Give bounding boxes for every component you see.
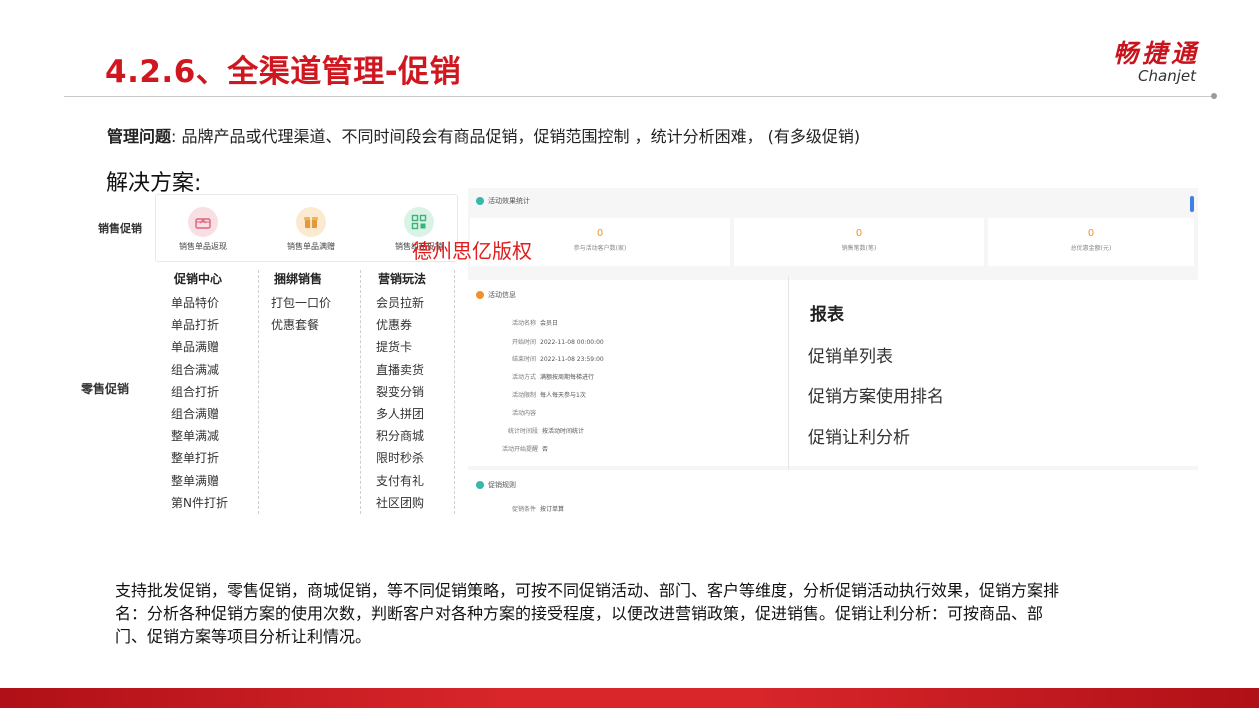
menu-item[interactable]: 会员拉新 xyxy=(376,292,424,314)
logo-english-text: Chanjet xyxy=(1138,67,1196,85)
stat-card-orders: 0 销售笔数(笔) xyxy=(734,218,984,266)
info-icon xyxy=(476,291,484,299)
detail-row: 活动限制 每人每天参与1次 xyxy=(512,392,586,399)
report-link-promo-list[interactable]: 促销单列表 xyxy=(808,342,893,367)
report-link-discount-analysis[interactable]: 促销让利分析 xyxy=(808,423,910,448)
wholesale-item-cashback[interactable]: 销售单品返现 xyxy=(158,207,248,252)
problem-text: : 品牌产品或代理渠道、不同时间段会有商品促销，促销范围控制 ，统计分析困难， … xyxy=(171,127,861,146)
menu-item[interactable]: 整单满减 xyxy=(171,425,228,447)
stats-heading: 活动效果统计 xyxy=(476,196,530,206)
logo-chinese-text: 畅捷通 xyxy=(1112,39,1200,68)
divider-end-dot xyxy=(1211,93,1217,99)
activity-info-heading: 活动信息 xyxy=(476,290,516,300)
wholesale-item-label: 销售单品满赠 xyxy=(287,242,335,251)
gift-icon xyxy=(188,207,218,237)
detail-row: 活动开始提醒否 xyxy=(502,446,549,453)
stat-label: 销售笔数(笔) xyxy=(841,245,877,252)
promo-center-list: 单品特价 单品打折 单品满赠 组合满减 组合打折 组合满赠 整单满减 整单打折 … xyxy=(171,292,228,514)
scroll-handle[interactable] xyxy=(1190,196,1194,212)
promo-rule-heading-text: 促销规则 xyxy=(488,481,516,489)
menu-item[interactable]: 第N件打折 xyxy=(171,492,228,514)
wholesale-item-label: 销售单品返现 xyxy=(179,242,227,251)
detail-row: 活动名称 会员日 xyxy=(512,320,559,327)
column-heading-marketing: 营销玩法 xyxy=(378,272,427,286)
menu-item[interactable]: 单品满赠 xyxy=(171,336,228,358)
rule-icon xyxy=(476,481,484,489)
promo-rule-card: 促销规则 促销条件 按订单算 xyxy=(468,470,1198,518)
report-divider xyxy=(788,276,789,496)
bundle-sales-list: 打包一口价 优惠套餐 xyxy=(271,292,331,336)
menu-item[interactable]: 整单打折 xyxy=(171,447,228,469)
menu-item[interactable]: 优惠券 xyxy=(376,314,424,336)
problem-label: 管理问题 xyxy=(107,127,172,146)
title-divider xyxy=(64,96,1214,97)
column-separator xyxy=(454,270,455,514)
activity-info-heading-text: 活动信息 xyxy=(488,291,516,299)
promo-rule-heading: 促销规则 xyxy=(476,480,516,490)
detail-row: 活动方式 满额按周期每梯进行 xyxy=(512,374,595,381)
menu-item[interactable]: 提货卡 xyxy=(376,336,424,358)
menu-item[interactable]: 限时秒杀 xyxy=(376,447,424,469)
menu-item[interactable]: 裂变分销 xyxy=(376,381,424,403)
promotion-menu-panel: 销售促销 销售单品返现 销售单品满赠 销售组合促销 零售促销 促销中心 单品特价… xyxy=(78,192,458,517)
menu-item[interactable]: 积分商城 xyxy=(376,425,424,447)
stat-value: 0 xyxy=(855,228,863,239)
footer-bar xyxy=(0,688,1259,708)
menu-item[interactable]: 打包一口价 xyxy=(271,292,331,314)
grid-icon xyxy=(404,207,434,237)
menu-item[interactable]: 组合打折 xyxy=(171,381,228,403)
menu-item[interactable]: 单品打折 xyxy=(171,314,228,336)
detail-row: 结束时间 2022-11-08 23:59:00 xyxy=(512,356,604,363)
chanjet-logo: 畅捷通 Chanjet xyxy=(1075,39,1200,85)
menu-item[interactable]: 优惠套餐 xyxy=(271,314,331,336)
box-icon xyxy=(296,207,326,237)
menu-item[interactable]: 多人拼团 xyxy=(376,403,424,425)
copyright-watermark: 德州思亿版权 xyxy=(412,239,532,263)
chart-icon xyxy=(476,197,484,205)
retail-promo-label: 零售促销 xyxy=(81,382,130,396)
menu-item[interactable]: 社区团购 xyxy=(376,492,424,514)
menu-item[interactable]: 支付有礼 xyxy=(376,470,424,492)
column-separator xyxy=(360,270,361,514)
menu-item[interactable]: 整单满赠 xyxy=(171,470,228,492)
stats-heading-text: 活动效果统计 xyxy=(488,197,530,205)
wholesale-item-gift[interactable]: 销售单品满赠 xyxy=(266,207,356,252)
summary-paragraph: 支持批发促销，零售促销，商城促销，等不同促销策略，可按不同促销活动、部门、客户等… xyxy=(115,581,1060,646)
stat-value: 0 xyxy=(1087,228,1095,239)
marketing-list: 会员拉新 优惠券 提货卡 直播卖货 裂变分销 多人拼团 积分商城 限时秒杀 支付… xyxy=(376,292,424,514)
menu-item[interactable]: 直播卖货 xyxy=(376,359,424,381)
problem-statement: 管理问题: 品牌产品或代理渠道、不同时间段会有商品促销，促销范围控制 ，统计分析… xyxy=(107,123,860,147)
detail-row: 促销条件 按订单算 xyxy=(512,506,565,513)
detail-row: 活动内容 xyxy=(512,410,537,417)
stat-label: 总优惠金额(元) xyxy=(1070,245,1112,252)
detail-row: 统计时间段 按活动时间统计 xyxy=(508,428,585,435)
report-title: 报表 xyxy=(810,305,844,325)
wholesale-promo-label: 销售促销 xyxy=(98,222,142,235)
detail-row: 开始时间 2022-11-08 00:00:00 xyxy=(512,339,604,346)
report-link-scheme-ranking[interactable]: 促销方案使用排名 xyxy=(808,382,944,407)
column-separator xyxy=(258,270,259,514)
promotion-stats-panel: 活动效果统计 0 参与活动客户数(家) 0 销售笔数(笔) 0 总优惠金额(元)… xyxy=(468,188,1198,518)
column-heading-promo-center: 促销中心 xyxy=(174,272,223,286)
menu-item[interactable]: 组合满减 xyxy=(171,359,228,381)
stat-card-discount: 0 总优惠金额(元) xyxy=(988,218,1194,266)
menu-item[interactable]: 组合满赠 xyxy=(171,403,228,425)
menu-item[interactable]: 单品特价 xyxy=(171,292,228,314)
column-heading-bundle-sales: 捆绑销售 xyxy=(274,272,323,286)
slide-title: 4.2.6、全渠道管理-促销 xyxy=(105,54,462,90)
